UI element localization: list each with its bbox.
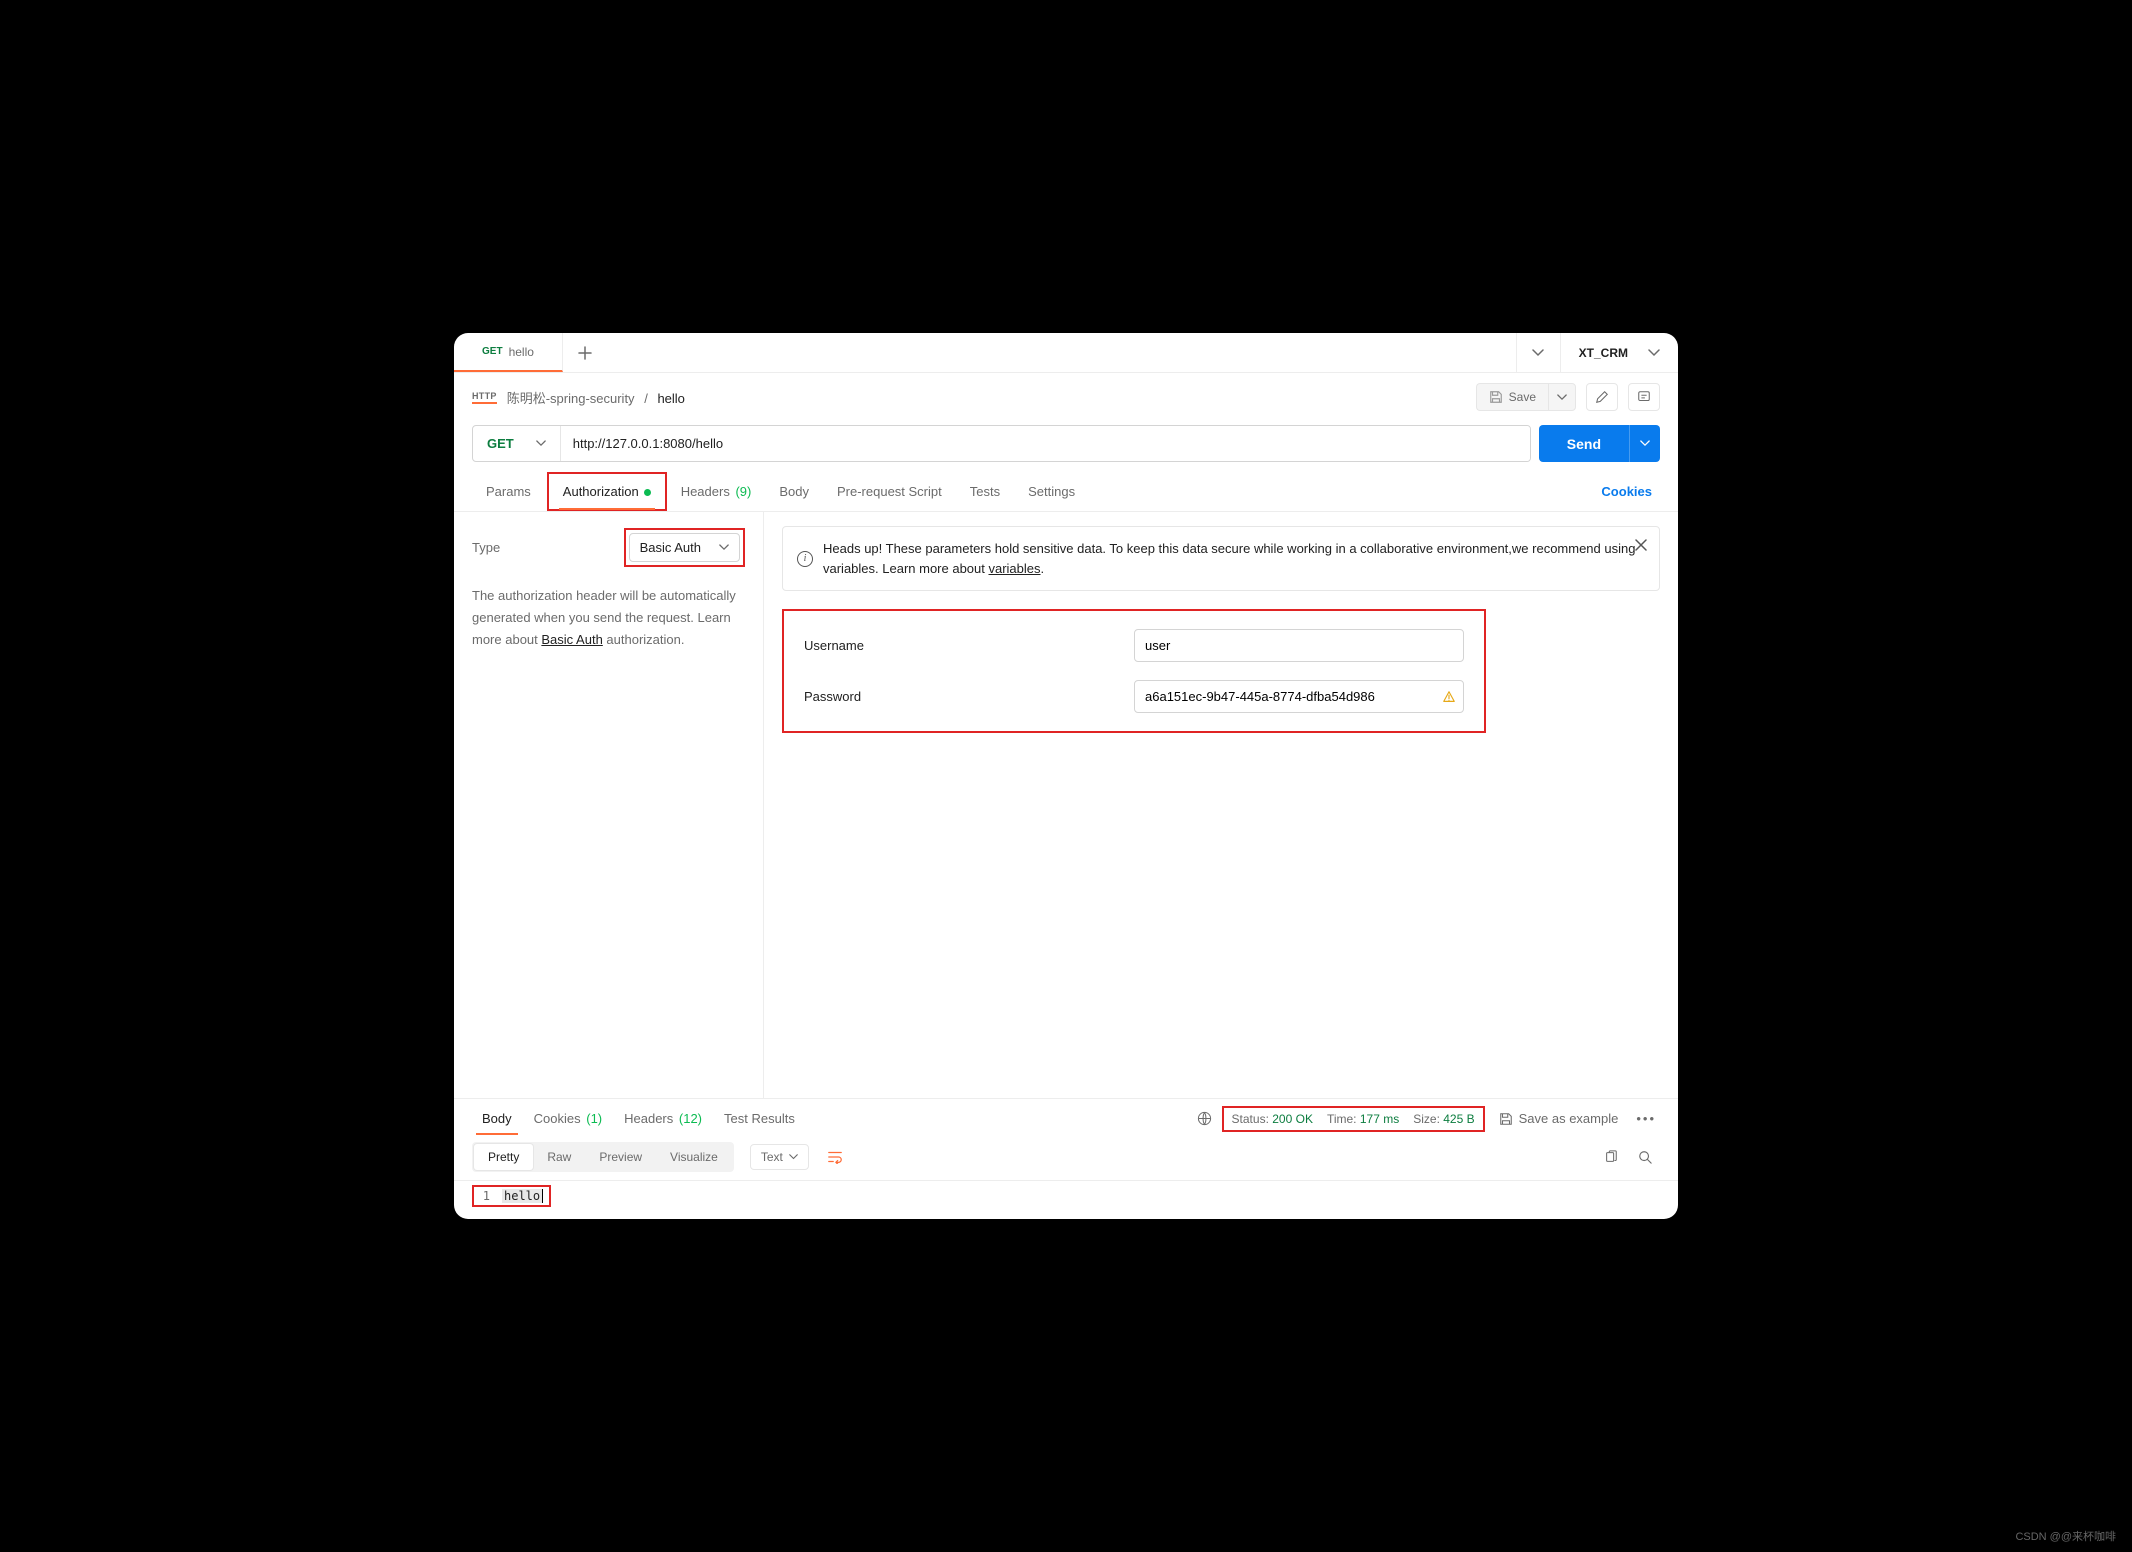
environment-name: XT_CRM [1579,346,1628,360]
chevron-down-icon [1648,349,1660,357]
edit-button[interactable] [1586,383,1618,411]
http-badge-icon: HTTP [472,391,497,404]
resp-tab-headers[interactable]: Headers (12) [614,1103,712,1134]
basic-auth-link[interactable]: Basic Auth [541,632,602,647]
breadcrumb-collection[interactable]: 陈明松-spring-security [507,391,635,406]
view-preview[interactable]: Preview [585,1144,656,1170]
chevron-down-icon [1532,349,1544,357]
search-icon [1638,1150,1652,1164]
time-value: 177 ms [1360,1112,1399,1126]
wrap-icon [827,1150,843,1164]
url-box: GET [472,425,1531,462]
close-notice-button[interactable] [1635,539,1647,551]
tab-settings[interactable]: Settings [1014,474,1089,509]
globe-icon[interactable] [1197,1111,1212,1126]
chevron-down-icon [1640,440,1650,447]
type-label: Type [472,540,500,555]
auth-type-select[interactable]: Basic Auth [629,533,740,562]
copy-icon [1604,1150,1618,1164]
url-row: GET Send [454,421,1678,472]
request-tabs: Params Authorization Headers (9) Body Pr… [454,472,1678,512]
url-input[interactable] [561,426,1530,461]
cookies-link[interactable]: Cookies [1593,474,1660,509]
active-dot-icon [644,489,651,496]
breadcrumb: 陈明松-spring-security / hello [507,388,685,407]
line-number: 1 [474,1189,502,1203]
tab-tests[interactable]: Tests [956,474,1014,509]
send-dropdown[interactable] [1629,425,1660,462]
password-label: Password [804,689,1134,704]
info-icon: i [797,551,813,567]
tab-authorization[interactable]: Authorization [547,472,667,511]
request-tab[interactable]: GET hello [454,333,563,372]
auth-content: i Heads up! These parameters hold sensit… [764,512,1678,1098]
auth-pane: Type Basic Auth The authorization header… [454,512,1678,1098]
tab-bar: GET hello XT_CRM [454,333,1678,373]
comment-button[interactable] [1628,383,1660,411]
copy-button[interactable] [1596,1146,1626,1168]
password-input[interactable] [1134,680,1464,713]
plus-icon [578,346,592,360]
view-visualize[interactable]: Visualize [656,1144,732,1170]
tab-method: GET [482,346,503,357]
pencil-icon [1595,390,1609,404]
save-as-example-button[interactable]: Save as example [1499,1111,1619,1126]
response-toolbar: Pretty Raw Preview Visualize Text [454,1134,1678,1181]
username-label: Username [804,638,1134,653]
tab-params[interactable]: Params [472,474,545,509]
tabs-dropdown[interactable] [1516,333,1560,372]
search-button[interactable] [1630,1146,1660,1168]
variables-link[interactable]: variables [988,561,1040,576]
tab-body[interactable]: Body [765,474,823,509]
size-value: 425 B [1443,1112,1474,1126]
view-tabs: Pretty Raw Preview Visualize [472,1142,734,1172]
sensitive-notice: i Heads up! These parameters hold sensit… [782,526,1660,591]
auth-description: The authorization header will be automat… [472,585,745,651]
send-split: Send [1539,425,1660,462]
cursor-icon [542,1189,543,1203]
tab-name: hello [509,345,534,359]
warning-icon [1442,690,1456,704]
status-value: 200 OK [1272,1112,1313,1126]
save-split-button: Save [1476,383,1576,411]
more-button[interactable]: ••• [1632,1111,1660,1126]
format-select[interactable]: Text [750,1144,809,1170]
add-tab-button[interactable] [563,333,607,372]
chevron-down-icon [789,1154,798,1160]
wrap-lines-button[interactable] [823,1146,847,1168]
tab-prerequest[interactable]: Pre-request Script [823,474,956,509]
resp-tab-cookies[interactable]: Cookies (1) [524,1103,612,1134]
resp-tab-body[interactable]: Body [472,1103,522,1134]
response-tabs: Body Cookies (1) Headers (12) Test Resul… [454,1098,1678,1134]
auth-fields: Username Password [782,609,1486,733]
header-row: HTTP 陈明松-spring-security / hello Save [454,373,1678,421]
chevron-down-icon [719,544,729,551]
floppy-icon [1489,390,1503,404]
breadcrumb-leaf: hello [657,391,684,406]
response-text: hello [502,1189,542,1203]
resp-tab-tests[interactable]: Test Results [714,1103,805,1134]
save-dropdown[interactable] [1548,383,1576,411]
view-pretty[interactable]: Pretty [474,1144,533,1170]
method-dropdown[interactable]: GET [473,426,561,461]
auth-sidebar: Type Basic Auth The authorization header… [454,512,764,1098]
save-button[interactable]: Save [1476,383,1548,411]
method-label: GET [487,436,514,451]
tab-headers[interactable]: Headers (9) [667,474,766,509]
floppy-icon [1499,1112,1513,1126]
comment-icon [1637,390,1651,404]
app-window: GET hello XT_CRM HTTP 陈明松-spring-securit… [454,333,1678,1219]
chevron-down-icon [1557,394,1567,401]
close-icon [1635,539,1647,551]
response-status: Status: 200 OK Time: 177 ms Size: 425 B [1222,1106,1485,1132]
username-input[interactable] [1134,629,1464,662]
response-body[interactable]: 1 hello [454,1181,1678,1219]
environment-selector[interactable]: XT_CRM [1560,333,1678,372]
send-button[interactable]: Send [1539,425,1629,462]
view-raw[interactable]: Raw [533,1144,585,1170]
watermark: CSDN @@来杯咖啡 [2015,1528,2116,1544]
chevron-down-icon [536,440,546,447]
